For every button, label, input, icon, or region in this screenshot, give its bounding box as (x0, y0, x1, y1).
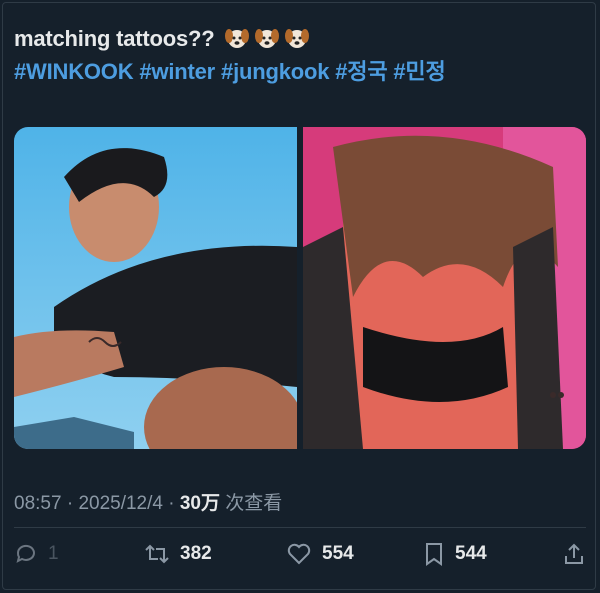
divider (14, 527, 586, 528)
bookmark-count: 544 (455, 543, 487, 564)
share-icon (565, 543, 583, 564)
dog-face-icon (285, 29, 310, 48)
tweet-meta: 08:57 · 2025/12/4 · 30万 次查看 (14, 488, 282, 515)
tweet-date[interactable]: 2025/12/4 (78, 493, 163, 514)
bookmark-button[interactable]: 544 (423, 542, 553, 566)
tweet-text: matching tattoos?? #WINKOOK #winter #jungk… (14, 22, 584, 88)
hashtag-link[interactable]: #WINKOOK (14, 59, 134, 84)
media-grid (14, 127, 586, 449)
tweet-caption: matching tattoos?? (14, 26, 215, 51)
dog-face-icon (255, 29, 280, 48)
tweet-hashtags: #WINKOOK #winter #jungkook #정국 #민정 (14, 55, 584, 88)
photo-right-illustration (303, 127, 586, 449)
photo-left[interactable] (14, 127, 297, 449)
tweet-time[interactable]: 08:57 (14, 493, 62, 514)
photo-left-illustration (14, 127, 297, 449)
action-bar: 1 382 554 544 (14, 536, 586, 572)
reply-count: 1 (48, 543, 59, 564)
views-count: 30万 (179, 493, 220, 514)
photo-right[interactable] (303, 127, 586, 449)
like-button[interactable]: 554 (286, 542, 423, 566)
heart-icon (287, 543, 311, 565)
retweet-count: 382 (180, 543, 212, 564)
hashtag-link[interactable]: #winter (139, 59, 215, 84)
retweet-icon (145, 544, 169, 564)
reply-button[interactable]: 1 (14, 542, 144, 566)
meta-separator: · (66, 493, 74, 514)
retweet-button[interactable]: 382 (144, 542, 286, 566)
tweet-text-line-1: matching tattoos?? (14, 22, 584, 55)
hashtag-link[interactable]: #정국 (335, 59, 387, 84)
reply-icon (16, 544, 35, 563)
hashtag-link[interactable]: #jungkook (221, 59, 329, 84)
bookmark-icon (426, 543, 442, 566)
meta-separator: · (168, 493, 175, 514)
hashtag-link[interactable]: #민정 (393, 59, 445, 84)
dog-face-icon (225, 29, 250, 48)
like-count: 554 (322, 543, 354, 564)
views-label: 次查看 (225, 493, 283, 514)
share-button[interactable] (562, 542, 586, 566)
